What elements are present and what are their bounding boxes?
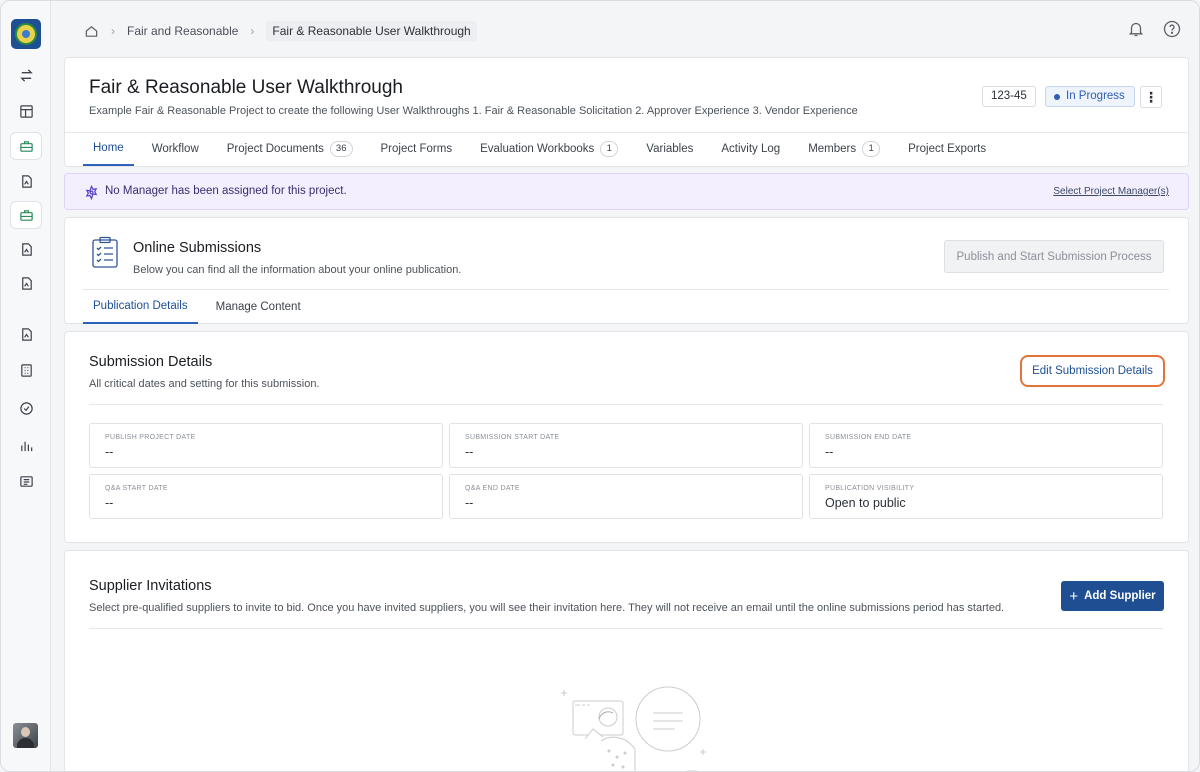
publication-visibility-field: Publication Visibility Open to public [809, 474, 1163, 519]
avatar[interactable] [13, 723, 38, 748]
page-title: Fair & Reasonable User Walkthrough [89, 77, 403, 98]
breadcrumb-current: Fair & Reasonable User Walkthrough [266, 21, 477, 41]
notice-text: No Manager has been assigned for this pr… [105, 185, 347, 197]
top-bar: › Fair and Reasonable › Fair & Reasonabl… [51, 1, 1199, 57]
tab-count-badge: 36 [329, 141, 353, 157]
help-icon[interactable] [1163, 20, 1181, 38]
calculator-icon[interactable] [10, 356, 42, 384]
list-card-icon[interactable] [10, 467, 42, 495]
add-supplier-button[interactable]: + Add Supplier [1061, 581, 1164, 611]
app-window: › Fair and Reasonable › Fair & Reasonabl… [0, 0, 1200, 772]
chevron-right-icon: › [250, 24, 255, 38]
tab-workflow[interactable]: Workflow [142, 132, 209, 166]
add-supplier-label: Add Supplier [1084, 590, 1156, 602]
tab-variables[interactable]: Variables [636, 132, 703, 166]
qa-end-date-field: Q&A End Date -- [449, 474, 803, 519]
project-header: Fair & Reasonable User Walkthrough Examp… [64, 57, 1189, 167]
tab-members[interactable]: Members 1 [798, 132, 890, 166]
supplier-invitations-card: Supplier Invitations Select pre-qualifie… [64, 550, 1189, 771]
tab-label: Project Documents [226, 143, 324, 155]
tab-label: Variables [646, 143, 694, 155]
field-value: -- [465, 496, 474, 510]
qa-start-date-field: Q&A Start Date -- [89, 474, 443, 519]
project-tabs: Home Workflow Project Documents 36 Project F… [83, 132, 1004, 168]
app-logo[interactable] [11, 19, 41, 49]
divider [89, 628, 1163, 629]
online-submissions-card: Online Submissions Below you can find al… [64, 217, 1189, 324]
field-value: -- [105, 445, 114, 459]
briefcase-icon[interactable] [10, 201, 42, 229]
more-options-button[interactable]: ⋮ [1140, 86, 1162, 108]
online-submissions-title: Online Submissions [133, 240, 262, 256]
publish-project-date-field: Publish Project Date -- [89, 423, 443, 468]
field-label: Publish Project Date [105, 434, 196, 441]
bar-chart-icon[interactable] [10, 431, 42, 459]
publish-button[interactable]: Publish and Start Submission Process [944, 240, 1164, 273]
field-label: Q&A Start Date [105, 485, 168, 492]
check-circle-icon[interactable] [10, 394, 42, 422]
tab-label: Evaluation Workbooks [480, 143, 595, 155]
status-label: In Progress [1066, 90, 1125, 102]
manager-notice: No Manager has been assigned for this pr… [64, 173, 1189, 210]
status-badge: In Progress [1045, 86, 1135, 107]
clipboard-checklist-icon [92, 236, 118, 268]
submission-start-date-field: Submission Start Date -- [449, 423, 803, 468]
tab-label: Project Exports [908, 143, 987, 155]
tab-manage-content[interactable]: Manage Content [206, 290, 311, 324]
supplier-invitations-title: Supplier Invitations [89, 578, 212, 594]
supplier-invitations-description: Select pre-qualified suppliers to invite… [89, 602, 1005, 614]
field-label: Submission End Date [825, 434, 912, 441]
top-icons [1127, 20, 1181, 38]
field-label: Submission Start Date [465, 434, 560, 441]
field-label: Q&A End Date [465, 485, 520, 492]
publication-tabs: Publication Details Manage Content [83, 290, 311, 324]
field-value: -- [105, 496, 114, 510]
tab-label: Home [93, 142, 124, 154]
breadcrumb-item[interactable]: Fair and Reasonable [127, 24, 238, 38]
tab-project-exports[interactable]: Project Exports [898, 132, 996, 166]
edit-submission-details-button[interactable]: Edit Submission Details [1020, 355, 1165, 387]
plus-icon: + [1069, 587, 1079, 605]
tab-publication-details[interactable]: Publication Details [83, 290, 198, 324]
home-icon[interactable] [84, 24, 99, 39]
tab-project-forms[interactable]: Project Forms [371, 132, 463, 166]
status-dot-icon [1054, 93, 1060, 100]
tab-label: Members [808, 143, 857, 155]
layout-icon[interactable] [10, 97, 42, 125]
tab-project-documents[interactable]: Project Documents 36 [217, 132, 363, 166]
tab-evaluation-workbooks[interactable]: Evaluation Workbooks 1 [470, 132, 628, 166]
field-value: -- [465, 445, 474, 459]
online-submissions-description: Below you can find all the information a… [133, 264, 462, 276]
sidebar [1, 1, 51, 771]
document-icon[interactable] [10, 320, 42, 348]
divider [89, 404, 1163, 405]
swap-icon[interactable] [10, 61, 42, 89]
chevron-right-icon: › [111, 24, 115, 38]
project-number-badge: 123-45 [982, 86, 1036, 107]
select-manager-link[interactable]: Select Project Manager(s) [1053, 186, 1169, 197]
field-label: Publication Visibility [825, 485, 915, 492]
tab-label: Activity Log [721, 143, 781, 155]
bell-icon[interactable] [1127, 20, 1145, 38]
document-icon[interactable] [10, 269, 42, 297]
field-value: -- [825, 445, 834, 459]
briefcase-icon[interactable] [10, 132, 42, 160]
tab-label: Workflow [151, 143, 199, 155]
document-icon[interactable] [10, 167, 42, 195]
tab-count-badge: 1 [600, 141, 619, 157]
project-description: Example Fair & Reasonable Project to cre… [89, 105, 858, 117]
tab-home[interactable]: Home [83, 132, 134, 166]
submission-end-date-field: Submission End Date -- [809, 423, 1163, 468]
tab-activity-log[interactable]: Activity Log [711, 132, 790, 166]
document-icon[interactable] [10, 235, 42, 263]
breadcrumb: › Fair and Reasonable › Fair & Reasonabl… [84, 21, 477, 41]
warning-star-icon [85, 185, 98, 200]
submission-details-card: Submission Details All critical dates an… [64, 331, 1189, 543]
field-value: Open to public [825, 496, 906, 510]
tab-label: Project Forms [380, 143, 453, 155]
submission-details-description: All critical dates and setting for this … [89, 378, 320, 390]
empty-state-illustration [561, 686, 706, 771]
submission-details-title: Submission Details [89, 354, 213, 370]
tab-count-badge: 1 [862, 141, 881, 157]
